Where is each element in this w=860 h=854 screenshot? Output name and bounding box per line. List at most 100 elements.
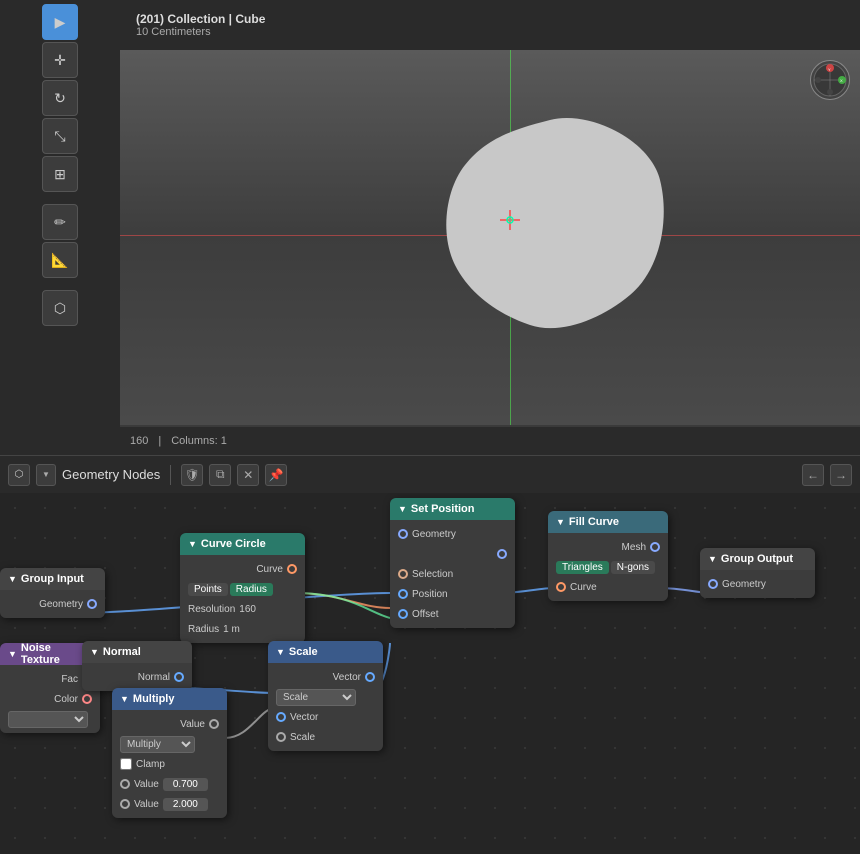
noise-color-row: Color: [0, 689, 100, 709]
multiply-val2-row: Value: [112, 794, 227, 814]
nav-back-btn[interactable]: ←: [802, 464, 824, 486]
scale-dropdown-row[interactable]: Scale: [268, 687, 383, 707]
node-editor-type-dropdown[interactable]: ▼: [36, 464, 56, 486]
measure-tool-btn[interactable]: 📐: [42, 242, 78, 278]
geo-out-socket[interactable]: [87, 599, 97, 609]
normal-title: Normal: [103, 646, 141, 658]
group-input-title: Group Input: [21, 573, 84, 585]
val2-in-socket[interactable]: [120, 799, 130, 809]
curve-circle-header: ▼ Curve Circle: [180, 533, 305, 555]
close-icon-btn[interactable]: ✕: [237, 464, 259, 486]
info-bar: (201) Collection | Cube 10 Centimeters: [120, 0, 860, 50]
scale-vec-in-row: Vector: [268, 707, 383, 727]
noise-dropdown[interactable]: [8, 711, 88, 728]
group-output-node[interactable]: ▼ Group Output Geometry: [700, 548, 815, 598]
sp-sel-in-socket[interactable]: [398, 569, 408, 579]
normal-out-socket[interactable]: [174, 672, 184, 682]
fill-curve-body: Mesh Triangles N-gons Curve: [548, 533, 668, 601]
resolution-value: 160: [239, 604, 256, 615]
fill-curve-node[interactable]: ▼ Fill Curve Mesh Triangles N-gons Curve: [548, 511, 668, 601]
curve-circle-node[interactable]: ▼ Curve Circle Curve Points Radius Resol…: [180, 533, 305, 643]
group-output-title: Group Output: [721, 553, 793, 565]
scale-vec-out-row: Vector: [268, 667, 383, 687]
curve-circle-tab-row: Points Radius: [180, 579, 305, 599]
fill-curve-header: ▼ Fill Curve: [548, 511, 668, 533]
node-editor: ⬡ ▼ Geometry Nodes 🛡 ⧉ ✕ 📌 ← →: [0, 455, 860, 854]
transform-tool-btn[interactable]: ⊞: [42, 156, 78, 192]
set-position-header: ▼ Set Position: [390, 498, 515, 520]
triangles-tab-btn[interactable]: Triangles: [556, 561, 609, 574]
sp-geo-in-socket[interactable]: [398, 529, 408, 539]
set-position-title: Set Position: [411, 503, 475, 515]
status-columns: Columns: 1: [171, 435, 227, 447]
copy-icon-btn[interactable]: ⧉: [209, 464, 231, 486]
multiply-header: ▼ Multiply: [112, 688, 227, 710]
node-editor-header: ⬡ ▼ Geometry Nodes 🛡 ⧉ ✕ 📌 ← →: [0, 455, 860, 493]
sp-geo-out-socket[interactable]: [497, 549, 507, 559]
pin-icon-btn[interactable]: 📌: [265, 464, 287, 486]
scale-scale-in[interactable]: [276, 732, 286, 742]
status-number: 160: [130, 435, 148, 447]
collection-label: (201) Collection | Cube: [136, 12, 860, 26]
clamp-row: Clamp: [112, 754, 227, 774]
annotate-tool-btn[interactable]: ✏: [42, 204, 78, 240]
dimensions-label: 10 Centimeters: [136, 26, 860, 38]
radius-tab-btn[interactable]: Radius: [230, 583, 273, 596]
rotate-tool-btn[interactable]: ↻: [42, 80, 78, 116]
svg-text:X: X: [840, 78, 843, 83]
group-output-header: ▼ Group Output: [700, 548, 815, 570]
group-input-node[interactable]: ▼ Group Input Geometry: [0, 568, 105, 618]
scale-node[interactable]: ▼ Scale Vector Scale Vector: [268, 641, 383, 751]
sp-geo-in: Geometry: [390, 524, 515, 544]
move-tool-btn[interactable]: ✛: [42, 42, 78, 78]
sp-pos-in-socket[interactable]: [398, 589, 408, 599]
multiply-node[interactable]: ▼ Multiply Value Multiply Clamp: [112, 688, 227, 818]
sp-pos-in: Position: [390, 584, 515, 604]
fc-mesh-out[interactable]: [650, 542, 660, 552]
scale-type-select[interactable]: Scale: [276, 689, 356, 706]
multiply-operation-select[interactable]: Multiply: [120, 736, 195, 753]
clamp-checkbox[interactable]: [120, 758, 132, 770]
radius-row: Radius 1 m: [180, 619, 305, 639]
scale-tool-btn[interactable]: ⤡: [42, 118, 78, 154]
normal-node[interactable]: ▼ Normal Normal: [82, 641, 192, 691]
go-geo-in-socket[interactable]: [708, 579, 718, 589]
status-separator: |: [158, 435, 161, 447]
shield-icon-btn[interactable]: 🛡: [181, 464, 203, 486]
set-position-node[interactable]: ▼ Set Position Geometry Selection Positi…: [390, 498, 515, 628]
group-input-header: ▼ Group Input: [0, 568, 105, 590]
set-position-body: Geometry Selection Position Offset: [390, 520, 515, 628]
curve-out-socket[interactable]: [287, 564, 297, 574]
multiply-body: Value Multiply Clamp Value: [112, 710, 227, 818]
nav-fwd-btn[interactable]: →: [830, 464, 852, 486]
multiply-value-out[interactable]: [209, 719, 219, 729]
scale-vec-in[interactable]: [276, 712, 286, 722]
color-out-socket[interactable]: [82, 694, 92, 704]
ngons-tab-btn[interactable]: N-gons: [611, 561, 655, 574]
points-tab-btn[interactable]: Points: [188, 583, 228, 596]
add-object-btn[interactable]: ⬡: [42, 290, 78, 326]
sp-offset-in-socket[interactable]: [398, 609, 408, 619]
radius-value: 1 m: [223, 624, 240, 635]
3d-cursor: [500, 210, 520, 230]
curve-circle-curve-row: Curve: [180, 559, 305, 579]
val1-in-socket[interactable]: [120, 779, 130, 789]
node-editor-type-icon[interactable]: ⬡: [8, 464, 30, 486]
fc-curve-in-row: Curve: [548, 577, 668, 597]
group-input-body: Geometry: [0, 590, 105, 618]
curve-circle-title: Curve Circle: [201, 538, 266, 550]
curve-circle-body: Curve Points Radius Resolution 160 Radiu…: [180, 555, 305, 643]
fc-mesh-out-row: Mesh: [548, 537, 668, 557]
value1-input[interactable]: [163, 778, 208, 791]
value2-input[interactable]: [163, 798, 208, 811]
noise-dropdown-row[interactable]: [0, 709, 100, 729]
fc-curve-in[interactable]: [556, 582, 566, 592]
fill-curve-title: Fill Curve: [569, 516, 619, 528]
viewport-canvas[interactable]: Y X: [120, 50, 860, 425]
scale-vec-out[interactable]: [365, 672, 375, 682]
multiply-select-row[interactable]: Multiply: [112, 734, 227, 754]
group-output-body: Geometry: [700, 570, 815, 598]
node-canvas[interactable]: ▼ Group Input Geometry ▼ Noise Texture F…: [0, 493, 860, 854]
navigation-gizmo[interactable]: Y X: [810, 60, 850, 100]
select-tool-btn[interactable]: ▶: [42, 4, 78, 40]
